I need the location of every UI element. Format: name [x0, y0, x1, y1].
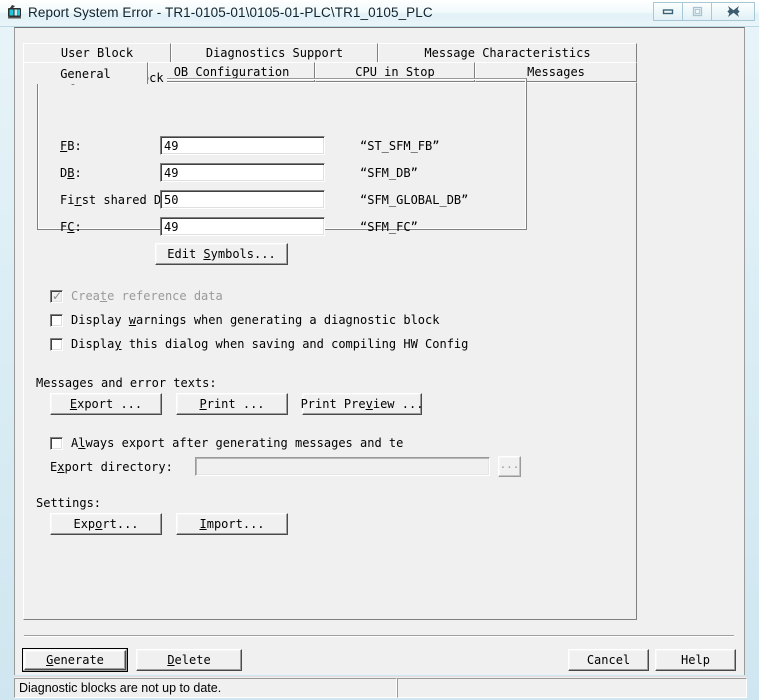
settings-section-title: Settings: — [36, 496, 102, 510]
edit-symbols-button[interactable]: Edit Symbols... — [155, 243, 288, 265]
db-input[interactable] — [160, 163, 325, 182]
check-icon: ✓ — [52, 288, 63, 303]
button-label: Export ... — [69, 397, 143, 411]
first-shared-db-input[interactable] — [160, 190, 325, 209]
minimize-icon — [654, 3, 682, 20]
button-label: ... — [499, 457, 520, 471]
dialog-client-area: User Block Diagnostics Support Message C… — [14, 27, 745, 675]
checkbox-label: Display this dialog when saving and comp… — [71, 337, 469, 351]
checkbox-box: ✓ — [50, 288, 63, 303]
display-dialog-checkbox[interactable]: Display this dialog when saving and comp… — [50, 337, 468, 351]
tab-label: Messages — [527, 65, 585, 79]
checkbox-label: Always export after generating messages … — [71, 436, 404, 450]
button-label: Import... — [199, 517, 265, 531]
always-export-checkbox[interactable]: Always export after generating messages … — [50, 436, 403, 450]
status-pane-secondary — [397, 678, 747, 698]
fc-symbol: “SFM_FC” — [360, 220, 418, 234]
export-directory-input[interactable] — [195, 457, 490, 476]
button-label: Print ... — [199, 397, 265, 411]
display-warnings-checkbox[interactable]: Display warnings when generating a diagn… — [50, 313, 439, 327]
title-bar: Report System Error - TR1-0105-01\0105-0… — [0, 0, 759, 27]
checkbox-label: Create reference data — [71, 289, 223, 303]
fb-input[interactable] — [160, 136, 325, 155]
tab-label: User Block — [60, 46, 134, 60]
tab-label: Message Characteristics — [424, 46, 591, 60]
button-label: Export... — [73, 517, 139, 531]
plc-module-icon — [6, 4, 24, 22]
messages-print-button[interactable]: Print ... — [176, 393, 288, 415]
tab-diagnostics-support[interactable]: Diagnostics Support — [171, 43, 378, 63]
export-directory-label: Export directory: — [50, 460, 173, 474]
fc-label: FC: — [60, 220, 82, 234]
maximize-icon — [683, 3, 711, 20]
tab-user-block[interactable]: User Block — [23, 43, 171, 63]
button-label: Delete — [167, 653, 211, 667]
status-message: Diagnostic blocks are not up to date. — [14, 678, 397, 698]
settings-import-button[interactable]: Import... — [176, 513, 288, 535]
button-label: Help — [681, 653, 710, 667]
tab-label: CPU in Stop — [355, 65, 435, 79]
create-reference-data-checkbox: ✓ Create reference data — [50, 289, 223, 303]
checkbox-box — [50, 436, 63, 450]
minimize-button[interactable] — [653, 2, 682, 21]
messages-print-preview-button[interactable]: Print Preview ... — [300, 393, 424, 415]
help-button[interactable]: Help — [655, 649, 736, 671]
fc-input[interactable] — [160, 217, 325, 236]
tab-label: OB Configuration — [173, 65, 290, 79]
first-shared-db-symbol: “SFM_GLOBAL_DB” — [360, 193, 469, 207]
checkbox-box — [50, 337, 63, 351]
fb-label: FB: — [60, 139, 82, 153]
tab-general[interactable]: General — [23, 62, 148, 84]
tab-label: General — [60, 66, 111, 81]
maximize-button[interactable] — [682, 2, 711, 21]
generate-button[interactable]: Generate — [22, 648, 128, 672]
messages-export-button[interactable]: Export ... — [50, 393, 162, 415]
delete-button[interactable]: Delete — [136, 649, 242, 671]
button-label: Edit Symbols... — [167, 247, 276, 261]
db-symbol: “SFM_DB” — [360, 166, 418, 180]
button-label: Generate — [46, 653, 104, 667]
button-label: Print Preview ... — [300, 397, 424, 411]
window-title: Report System Error - TR1-0105-01\0105-0… — [28, 5, 433, 20]
button-bar-separator — [24, 635, 734, 637]
close-button[interactable] — [711, 2, 755, 21]
button-label: Cancel — [586, 653, 631, 667]
close-icon — [712, 3, 754, 20]
tab-label: Diagnostics Support — [205, 46, 344, 60]
status-bar: Diagnostic blocks are not up to date. — [14, 676, 747, 698]
db-label: DB: — [60, 166, 82, 180]
checkbox-box — [50, 313, 63, 327]
tab-message-characteristics[interactable]: Message Characteristics — [378, 43, 637, 63]
fb-symbol: “ST_SFM_FB” — [360, 139, 440, 153]
application-window: Report System Error - TR1-0105-01\0105-0… — [0, 0, 759, 700]
checkbox-label: Display warnings when generating a diagn… — [71, 313, 440, 327]
first-shared-db-label: First shared DB: — [60, 193, 176, 207]
browse-directory-button[interactable]: ... — [498, 456, 521, 477]
settings-export-button[interactable]: Export... — [50, 513, 162, 535]
messages-section-title: Messages and error texts: — [36, 376, 217, 390]
cancel-button[interactable]: Cancel — [568, 649, 649, 671]
